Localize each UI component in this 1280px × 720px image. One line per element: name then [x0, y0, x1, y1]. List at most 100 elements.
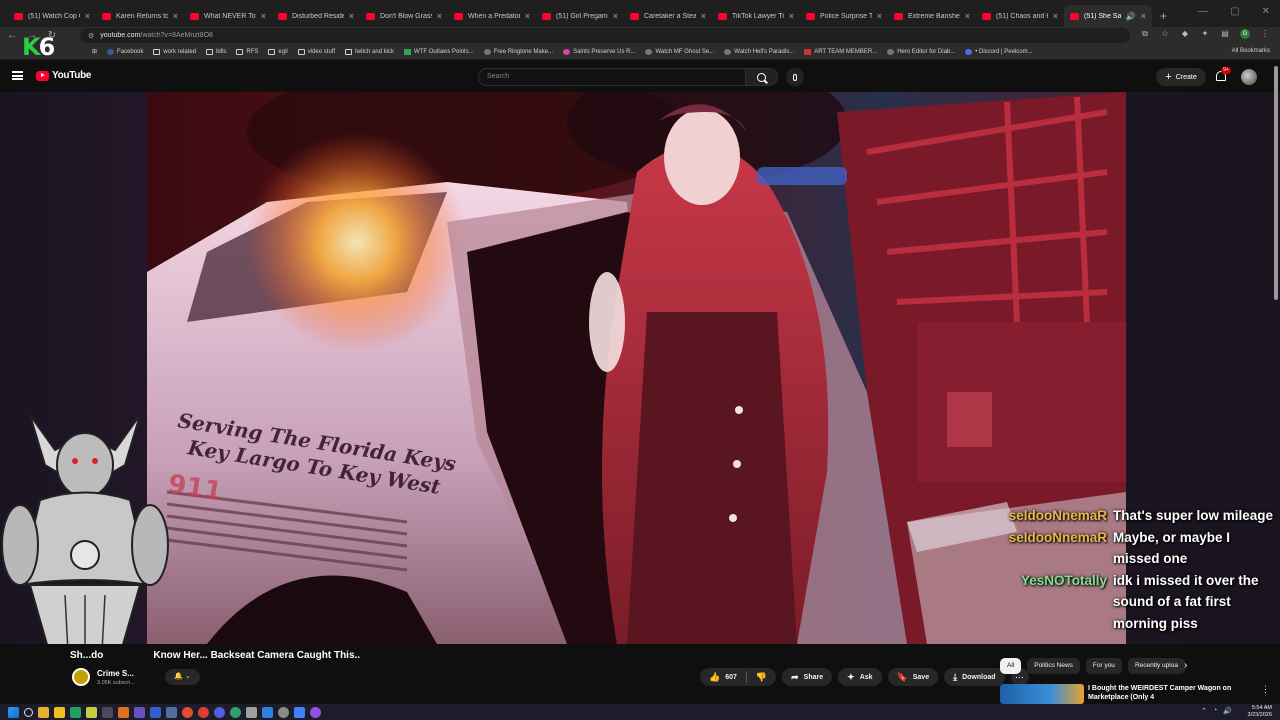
- like-button[interactable]: 👍 607 👎: [700, 668, 777, 686]
- extensions-puzzle-icon[interactable]: ✦: [1200, 29, 1210, 39]
- create-button[interactable]: + Create: [1156, 68, 1206, 86]
- browser-tab[interactable]: What NEVER To Do ×: [184, 5, 272, 27]
- thumbs-down-icon[interactable]: 👎: [756, 672, 767, 683]
- taskbar-app-icon[interactable]: [214, 706, 225, 718]
- browser-tab[interactable]: Extreme Banshee K ×: [888, 5, 976, 27]
- bookmark-item[interactable]: egil: [263, 48, 292, 55]
- back-icon[interactable]: ←: [6, 30, 18, 41]
- bookmark-item[interactable]: Watch MF Ghost Se...: [640, 48, 719, 55]
- extension-icon[interactable]: ◆: [1180, 29, 1190, 39]
- taskbar-app-icon[interactable]: [150, 706, 161, 718]
- browser-tab[interactable]: (51) Chaos and Kare ×: [976, 5, 1064, 27]
- video-player[interactable]: Serving The Florida Keys Key Largo To Ke…: [147, 92, 1126, 644]
- speaker-icon[interactable]: 🔊: [1126, 12, 1136, 21]
- close-tab-icon[interactable]: ×: [1053, 11, 1058, 21]
- hamburger-menu-icon[interactable]: [12, 71, 23, 80]
- close-tab-icon[interactable]: ×: [437, 11, 442, 21]
- site-info-icon[interactable]: ⚙: [88, 32, 94, 40]
- bookmark-item[interactable]: work related: [148, 48, 201, 55]
- filter-chip[interactable]: Recently uploa: [1127, 658, 1185, 674]
- taskbar-app-icon[interactable]: [246, 706, 257, 718]
- taskbar-app-icon[interactable]: [230, 706, 241, 718]
- install-icon[interactable]: ⧉: [1140, 29, 1150, 39]
- recommended-video[interactable]: I Bought the WEIRDEST Camper Wagon on Ma…: [1000, 684, 1270, 704]
- bookmark-item[interactable]: RFS: [231, 48, 263, 55]
- bookmark-item[interactable]: Facebook: [102, 48, 148, 55]
- recommended-thumbnail[interactable]: [1000, 684, 1084, 704]
- channel-name[interactable]: Crime S...: [97, 669, 134, 678]
- account-avatar[interactable]: [1241, 69, 1257, 85]
- ask-button[interactable]: ✦ Ask: [838, 668, 882, 686]
- close-tab-icon[interactable]: ×: [85, 11, 90, 21]
- taskbar-app-icon[interactable]: [102, 706, 113, 718]
- browser-tab[interactable]: Disturbed Resident ×: [272, 5, 360, 27]
- channel-avatar[interactable]: [72, 668, 90, 686]
- browser-tab[interactable]: When a Predator Gr ×: [448, 5, 536, 27]
- bookmark-star-icon[interactable]: ☆: [1160, 29, 1170, 39]
- close-tab-icon[interactable]: ×: [173, 11, 178, 21]
- taskbar-app-icon[interactable]: [86, 706, 97, 718]
- browser-tab[interactable]: TikTok Lawyer Tries ×: [712, 5, 800, 27]
- tab-active[interactable]: (51) She Said Sh 🔊 ×: [1064, 5, 1152, 27]
- filter-chip[interactable]: For you: [1085, 658, 1122, 674]
- close-tab-icon[interactable]: ×: [701, 11, 706, 21]
- filter-chip[interactable]: All: [1000, 658, 1022, 674]
- browser-tab[interactable]: Caretaker a Steals ×: [624, 5, 712, 27]
- browser-tab[interactable]: Karen Returns to the ×: [96, 5, 184, 27]
- bookmark-item[interactable]: WTF Outlaws Points...: [399, 48, 479, 55]
- taskbar-app-icon[interactable]: [54, 706, 65, 718]
- close-tab-icon[interactable]: ×: [789, 11, 794, 21]
- network-icon[interactable]: ◔: [1213, 707, 1217, 715]
- firefox-icon[interactable]: [182, 706, 193, 718]
- close-tab-icon[interactable]: ×: [261, 11, 266, 21]
- voice-search-button[interactable]: [786, 68, 804, 86]
- close-tab-icon[interactable]: ×: [349, 11, 354, 21]
- chevron-up-icon[interactable]: ⌃: [1201, 707, 1207, 715]
- taskbar-app-icon[interactable]: [118, 706, 129, 718]
- search-input[interactable]: Search: [478, 68, 746, 86]
- taskbar-app-icon[interactable]: [310, 706, 321, 718]
- close-window-icon[interactable]: ✕: [1262, 6, 1270, 17]
- browser-tab[interactable]: (51) Girl Pregames ×: [536, 5, 624, 27]
- page-scrollbar[interactable]: [1274, 66, 1278, 300]
- profile-avatar[interactable]: G: [1240, 29, 1250, 39]
- browser-tab[interactable]: (51) Watch Cop Cars ×: [8, 5, 96, 27]
- bookmark-item[interactable]: Watch Hell's Paradis...: [719, 48, 799, 55]
- volume-icon[interactable]: 🔊: [1223, 707, 1232, 715]
- recommended-more-icon[interactable]: ⋮: [1261, 684, 1270, 695]
- subscription-bell-button[interactable]: 🔔 ⌄: [165, 669, 200, 685]
- bookmark-item[interactable]: Hero Editor for Diab...: [882, 48, 960, 55]
- sidebar-icon[interactable]: ▤: [1220, 29, 1230, 39]
- windows-start-icon[interactable]: [8, 706, 19, 718]
- minimize-icon[interactable]: —: [1198, 6, 1208, 17]
- bookmark-item[interactable]: twitch and kick: [340, 48, 399, 55]
- bookmark-item[interactable]: Saints Preserve Us R...: [558, 48, 640, 55]
- share-button[interactable]: ➦ Share: [782, 668, 833, 686]
- search-button[interactable]: [745, 68, 778, 86]
- youtube-logo[interactable]: YouTube: [36, 70, 92, 81]
- taskbar-clock[interactable]: 5:54 AM 3/23/2026: [1248, 704, 1272, 720]
- download-button[interactable]: ⤓ Download: [944, 668, 1005, 686]
- chrome-icon[interactable]: [198, 706, 209, 718]
- settings-icon[interactable]: [278, 706, 289, 718]
- taskbar-search-icon[interactable]: [24, 707, 33, 717]
- taskbar-app-icon[interactable]: [262, 706, 273, 718]
- recommended-title[interactable]: I Bought the WEIRDEST Camper Wagon on Ma…: [1088, 684, 1264, 704]
- close-tab-icon[interactable]: ×: [965, 11, 970, 21]
- maximize-icon[interactable]: ▢: [1230, 6, 1239, 17]
- new-tab-button[interactable]: +: [1152, 9, 1175, 27]
- file-explorer-icon[interactable]: [38, 706, 49, 718]
- bookmark-item[interactable]: Free Ringtone Make...: [479, 48, 558, 55]
- notifications-bell-icon[interactable]: 9+: [1214, 67, 1231, 82]
- taskbar-app-icon[interactable]: [294, 706, 305, 718]
- close-tab-icon[interactable]: ×: [525, 11, 530, 21]
- close-tab-icon[interactable]: ×: [613, 11, 618, 21]
- close-tab-icon[interactable]: ×: [1141, 11, 1146, 21]
- close-tab-icon[interactable]: ×: [877, 11, 882, 21]
- bookmark-item[interactable]: • Discord | Peelcom...: [960, 48, 1037, 55]
- taskbar-app-icon[interactable]: [134, 706, 145, 718]
- bookmark-item[interactable]: video stuff: [293, 48, 340, 55]
- filter-chip[interactable]: Politics News: [1027, 658, 1080, 674]
- taskbar-app-icon[interactable]: [70, 706, 81, 718]
- browser-tab[interactable]: Police Surprise Tow ×: [800, 5, 888, 27]
